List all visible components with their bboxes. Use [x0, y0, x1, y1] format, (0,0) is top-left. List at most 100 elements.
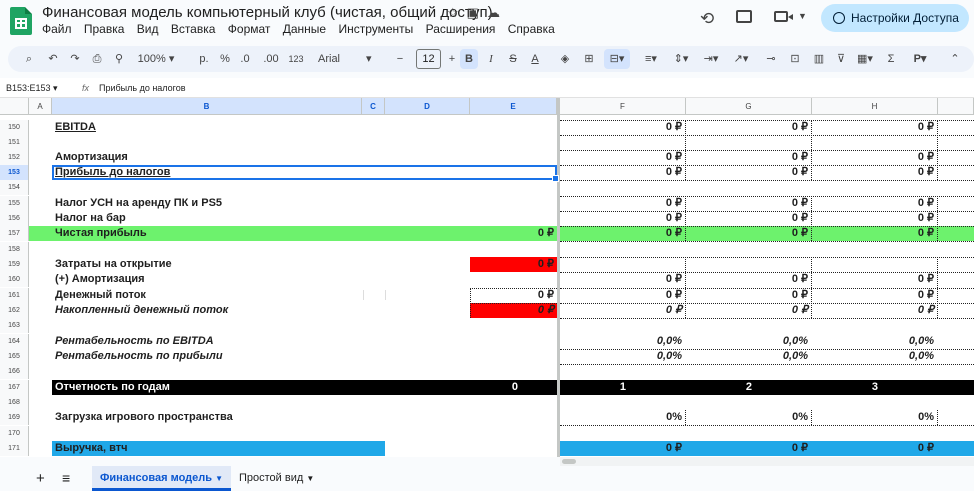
- zoom-select[interactable]: 100% ▾: [136, 46, 176, 72]
- row-header-165[interactable]: 165: [0, 349, 29, 364]
- cell-g162[interactable]: 0 ₽: [686, 303, 808, 318]
- filter-views-icon[interactable]: ▦▾: [854, 46, 876, 72]
- italic-icon[interactable]: I: [484, 46, 498, 72]
- cell-h150[interactable]: 0 ₽: [812, 120, 934, 135]
- cell-f152[interactable]: 0 ₽: [560, 150, 682, 165]
- version-history-icon[interactable]: ⟲: [700, 9, 714, 29]
- cell-h161[interactable]: 0 ₽: [812, 288, 934, 303]
- cell-f165[interactable]: 0,0%: [560, 349, 682, 364]
- select-all-corner[interactable]: [0, 98, 29, 115]
- input-tools-icon[interactable]: Р▾: [908, 46, 932, 72]
- search-icon[interactable]: ⌕: [22, 46, 36, 72]
- font-select[interactable]: Arial ▾: [318, 46, 378, 72]
- column-header-g[interactable]: G: [686, 98, 812, 115]
- column-header-b[interactable]: B: [52, 98, 362, 115]
- row-header-163[interactable]: 163: [0, 318, 29, 333]
- filter-icon[interactable]: ⊽: [834, 46, 848, 72]
- row-label-cashflow[interactable]: Денежный поток: [55, 288, 146, 303]
- row-label-amortization[interactable]: Амортизация: [55, 150, 128, 165]
- cell-g169[interactable]: 0%: [686, 410, 808, 425]
- cell-e161[interactable]: 0 ₽: [470, 288, 554, 303]
- decrease-decimal-button[interactable]: .0: [236, 46, 254, 72]
- cell-f167[interactable]: 1: [560, 380, 626, 395]
- cell-g150[interactable]: 0 ₽: [686, 120, 808, 135]
- horizontal-scrollbar[interactable]: [560, 457, 974, 466]
- cell-h165[interactable]: 0,0%: [812, 349, 934, 364]
- row-header-170[interactable]: 170: [0, 426, 29, 441]
- cell-f169[interactable]: 0%: [560, 410, 682, 425]
- cell-g156[interactable]: 0 ₽: [686, 211, 808, 226]
- cell-f150[interactable]: 0 ₽: [560, 120, 682, 135]
- column-header-i[interactable]: [938, 98, 974, 115]
- menu-extensions[interactable]: Расширения: [426, 22, 496, 36]
- row-header-156[interactable]: 156: [0, 211, 29, 226]
- row-label-opening-costs[interactable]: Затраты на открытие: [55, 257, 172, 272]
- percent-format-button[interactable]: %: [218, 46, 232, 72]
- cell-f162[interactable]: 0 ₽: [560, 303, 682, 318]
- document-title[interactable]: Финансовая модель компьютерный клуб (чис…: [42, 4, 493, 21]
- strikethrough-icon[interactable]: S: [506, 46, 520, 72]
- column-header-c[interactable]: C: [362, 98, 385, 115]
- menu-data[interactable]: Данные: [283, 22, 326, 36]
- cell-e162[interactable]: 0 ₽: [470, 303, 554, 318]
- cell-f157[interactable]: 0 ₽: [560, 226, 682, 241]
- cell-f161[interactable]: 0 ₽: [560, 288, 682, 303]
- row-header-154[interactable]: 154: [0, 180, 29, 195]
- cell-e159[interactable]: 0 ₽: [470, 257, 554, 272]
- row-header-162[interactable]: 162: [0, 303, 29, 318]
- cell-g157[interactable]: 0 ₽: [686, 226, 808, 241]
- add-sheet-icon[interactable]: +: [36, 466, 45, 491]
- chevron-down-icon[interactable]: ▼: [306, 474, 314, 483]
- cell-g161[interactable]: 0 ₽: [686, 288, 808, 303]
- cell-h153[interactable]: 0 ₽: [812, 165, 934, 180]
- increase-font-size-icon[interactable]: +: [446, 46, 458, 72]
- row-label-revenue[interactable]: Выручка, втч: [55, 441, 128, 456]
- comments-icon[interactable]: [736, 10, 752, 23]
- menu-edit[interactable]: Правка: [84, 22, 125, 36]
- borders-icon[interactable]: ⊞: [582, 46, 596, 72]
- text-wrap-icon[interactable]: ⇥▾: [700, 46, 722, 72]
- merge-cells-icon[interactable]: ⊟▾: [604, 49, 630, 69]
- fill-color-icon[interactable]: ◈: [558, 46, 572, 72]
- cell-h155[interactable]: 0 ₽: [812, 196, 934, 211]
- name-box[interactable]: B153:E153 ▾: [6, 78, 58, 98]
- cell-f171[interactable]: 0 ₽: [560, 441, 682, 456]
- cell-e157[interactable]: 0 ₽: [470, 226, 554, 241]
- cell-h157[interactable]: 0 ₽: [812, 226, 934, 241]
- row-label-years-report[interactable]: Отчетность по годам: [55, 380, 170, 395]
- cell-h164[interactable]: 0,0%: [812, 334, 934, 349]
- cell-h171[interactable]: 0 ₽: [812, 441, 934, 456]
- decrease-font-size-icon[interactable]: −: [394, 46, 406, 72]
- print-icon[interactable]: ⎙: [90, 46, 104, 72]
- row-header-169[interactable]: 169: [0, 410, 29, 425]
- insert-chart-icon[interactable]: ▥: [812, 46, 826, 72]
- row-header-155[interactable]: 155: [0, 196, 29, 211]
- collapse-toolbar-icon[interactable]: ⌃: [948, 46, 962, 72]
- cell-h160[interactable]: 0 ₽: [812, 272, 934, 287]
- redo-icon[interactable]: ↷: [68, 46, 82, 72]
- row-header-152[interactable]: 152: [0, 150, 29, 165]
- formula-input[interactable]: Прибыль до налогов: [99, 78, 186, 98]
- cell-h152[interactable]: 0 ₽: [812, 150, 934, 165]
- menu-format[interactable]: Формат: [228, 22, 271, 36]
- undo-icon[interactable]: ↶: [46, 46, 60, 72]
- cell-g167[interactable]: 2: [686, 380, 752, 395]
- functions-icon[interactable]: Σ: [884, 46, 898, 72]
- text-color-icon[interactable]: A: [528, 46, 542, 72]
- row-header-171[interactable]: 171: [0, 441, 29, 456]
- cell-g153[interactable]: 0 ₽: [686, 165, 808, 180]
- row-header-167[interactable]: 167: [0, 380, 29, 395]
- cell-g155[interactable]: 0 ₽: [686, 196, 808, 211]
- font-size-input[interactable]: 12: [416, 49, 441, 69]
- row-header-164[interactable]: 164: [0, 334, 29, 349]
- align-vertical-icon[interactable]: ⇕▾: [670, 46, 692, 72]
- spreadsheet-grid[interactable]: A B C D E F G H 150 151 152 153 154 155 …: [0, 98, 974, 457]
- row-label-cumulative-cashflow[interactable]: Накопленный денежный поток: [55, 303, 228, 318]
- row-header-160[interactable]: 160: [0, 272, 29, 287]
- cell-f153[interactable]: 0 ₽: [560, 165, 682, 180]
- paint-format-icon[interactable]: ⚲: [112, 46, 126, 72]
- menu-insert[interactable]: Вставка: [171, 22, 216, 36]
- cell-g171[interactable]: 0 ₽: [686, 441, 808, 456]
- chevron-down-icon[interactable]: ▼: [798, 11, 807, 21]
- share-button[interactable]: Настройки Доступа: [821, 4, 969, 32]
